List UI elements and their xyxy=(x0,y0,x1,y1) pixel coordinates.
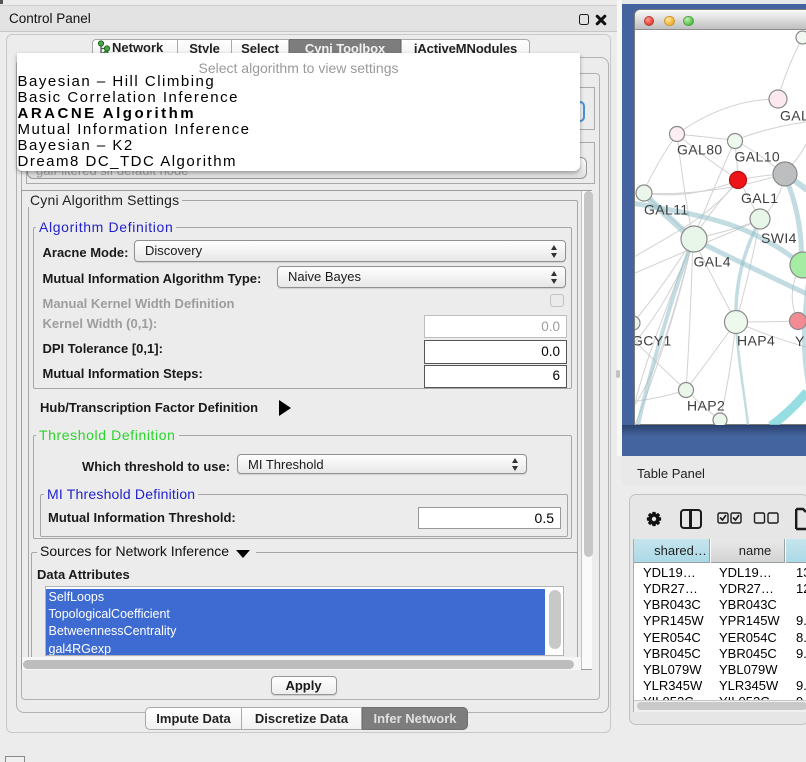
svg-text:HAP2: HAP2 xyxy=(687,398,725,414)
svg-text:GCY1: GCY1 xyxy=(635,333,672,349)
svg-text:GAL1: GAL1 xyxy=(741,190,778,206)
svg-text:GAL80: GAL80 xyxy=(677,142,723,158)
svg-text:GAL7: GAL7 xyxy=(780,108,806,124)
svg-text:GAL4: GAL4 xyxy=(694,254,731,270)
svg-text:HAP4: HAP4 xyxy=(737,333,775,349)
svg-text:GAL11: GAL11 xyxy=(644,202,689,218)
svg-text:SWI4: SWI4 xyxy=(761,230,797,246)
svg-text:GAL10: GAL10 xyxy=(735,149,781,165)
svg-text:Y: Y xyxy=(795,333,805,349)
